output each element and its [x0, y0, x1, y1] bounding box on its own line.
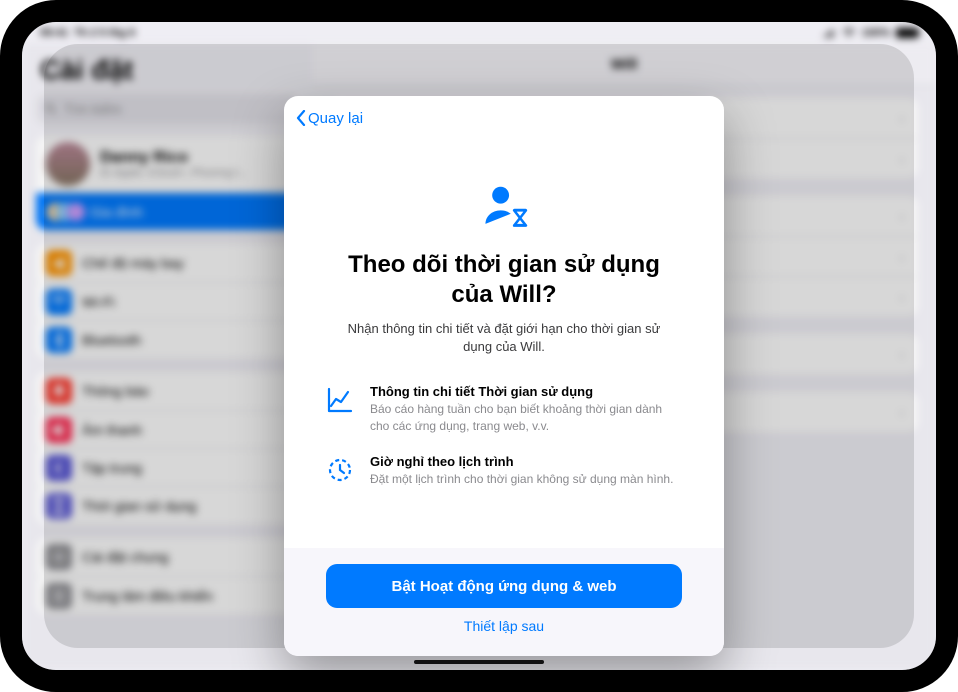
feature-description: Báo cáo hàng tuần cho bạn biết khoảng th… [370, 401, 682, 433]
status-date: Th 2 5 thg 6 [74, 27, 135, 39]
person-hourglass-icon [477, 180, 531, 234]
signal-icon [822, 28, 836, 38]
status-bar: 09:41 Th 2 5 thg 6 100% [22, 22, 936, 44]
home-indicator[interactable] [414, 660, 544, 664]
back-button-label: Quay lại [308, 110, 363, 127]
feature-item: Thông tin chi tiết Thời gian sử dụng Báo … [326, 384, 682, 433]
battery-icon [896, 28, 918, 38]
modal-subtitle: Nhận thông tin chi tiết và đặt giới hạn … [326, 320, 682, 356]
chart-line-icon [326, 386, 356, 416]
enable-app-web-activity-button[interactable]: Bật Hoạt động ứng dụng & web [326, 564, 682, 608]
feature-item: Giờ nghỉ theo lịch trình Đặt một lịch trì… [326, 454, 682, 487]
feature-description: Đặt một lịch trình cho thời gian không s… [370, 471, 673, 487]
screen-time-modal: Quay lại Theo dõi thời gian sử dụng của … [284, 96, 724, 656]
set-up-later-button[interactable]: Thiết lập sau [464, 618, 544, 634]
chevron-left-icon [296, 110, 306, 126]
modal-title: Theo dõi thời gian sử dụng của Will? [326, 250, 682, 310]
wifi-status-icon [842, 28, 856, 38]
feature-title: Thông tin chi tiết Thời gian sử dụng [370, 384, 682, 399]
back-button[interactable]: Quay lại [296, 110, 363, 127]
battery-percent: 100% [862, 27, 890, 39]
status-time: 09:41 [40, 27, 68, 39]
clock-dashed-icon [326, 456, 356, 486]
feature-title: Giờ nghỉ theo lịch trình [370, 454, 673, 469]
